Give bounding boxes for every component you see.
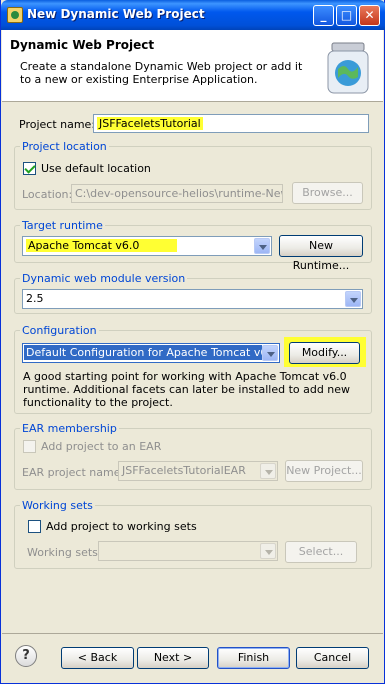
target-runtime-legend: Target runtime bbox=[20, 219, 105, 232]
chevron-down-icon[interactable] bbox=[260, 463, 276, 479]
minimize-button[interactable]: _ bbox=[313, 5, 334, 26]
help-icon[interactable]: ? bbox=[15, 645, 37, 667]
next-button[interactable]: Next > bbox=[137, 647, 209, 669]
working-sets-legend: Working sets bbox=[20, 499, 95, 512]
web-project-jar-icon bbox=[327, 42, 369, 94]
select-button[interactable]: Select... bbox=[285, 541, 357, 563]
location-input[interactable]: C:\dev-opensource-helios\runtime-New_co bbox=[71, 184, 283, 203]
use-default-location-label: Use default location bbox=[41, 162, 151, 175]
project-name-value: JSFFaceletsTutorial bbox=[97, 117, 203, 130]
module-version-value: 2.5 bbox=[26, 292, 44, 305]
cancel-button[interactable]: Cancel bbox=[296, 647, 369, 669]
project-name-label: Project name: bbox=[19, 118, 96, 131]
browse-button[interactable]: Browse... bbox=[292, 182, 363, 204]
title-bar[interactable]: New Dynamic Web Project _ □ ✕ bbox=[1, 0, 385, 30]
working-sets-select[interactable] bbox=[98, 541, 278, 561]
use-default-location-checkbox[interactable] bbox=[23, 162, 36, 175]
ear-membership-legend: EAR membership bbox=[20, 422, 119, 435]
chevron-down-icon[interactable] bbox=[254, 238, 270, 254]
target-runtime-select[interactable]: Apache Tomcat v6.0 bbox=[22, 236, 272, 256]
finish-button[interactable]: Finish bbox=[217, 647, 290, 669]
working-sets-label: Working sets: bbox=[27, 546, 102, 559]
project-location-legend: Project location bbox=[20, 140, 109, 153]
chevron-down-icon[interactable] bbox=[345, 291, 361, 307]
footer-separator bbox=[2, 633, 383, 634]
add-to-ear-label: Add project to an EAR bbox=[41, 440, 162, 453]
modify-button[interactable]: Modify... bbox=[289, 342, 360, 364]
add-to-ear-checkbox[interactable] bbox=[23, 440, 36, 453]
ear-project-label: EAR project name: bbox=[22, 466, 125, 479]
add-to-working-sets-checkbox[interactable] bbox=[28, 520, 41, 533]
configuration-select[interactable]: Default Configuration for Apache Tomcat … bbox=[22, 343, 280, 363]
chevron-down-icon[interactable] bbox=[260, 543, 276, 559]
new-project-button[interactable]: New Project... bbox=[285, 460, 363, 482]
location-label: Location: bbox=[22, 188, 73, 201]
back-button[interactable]: < Back bbox=[61, 647, 134, 669]
window-title: New Dynamic Web Project bbox=[27, 7, 205, 21]
page-description: Create a standalone Dynamic Web project … bbox=[20, 60, 303, 86]
ear-project-select[interactable]: JSFFaceletsTutorialEAR bbox=[118, 461, 278, 481]
module-version-select[interactable]: 2.5 bbox=[22, 289, 363, 309]
add-to-working-sets-label: Add project to working sets bbox=[46, 520, 197, 533]
configuration-value: Default Configuration for Apache Tomcat … bbox=[24, 345, 262, 360]
project-name-input[interactable]: JSFFaceletsTutorial bbox=[93, 114, 369, 133]
chevron-down-icon[interactable] bbox=[262, 345, 278, 361]
page-title: Dynamic Web Project bbox=[10, 38, 155, 52]
module-version-legend: Dynamic web module version bbox=[20, 272, 188, 285]
maximize-button[interactable]: □ bbox=[336, 5, 357, 26]
new-runtime-button[interactable]: New Runtime... bbox=[279, 235, 363, 272]
close-button[interactable]: ✕ bbox=[359, 5, 380, 26]
dialog-window: New Dynamic Web Project _ □ ✕ Dynamic We… bbox=[0, 0, 385, 684]
wizard-header: Dynamic Web Project Create a standalone … bbox=[2, 30, 383, 102]
configuration-description: A good starting point for working with A… bbox=[23, 370, 351, 409]
ear-project-value: JSFFaceletsTutorialEAR bbox=[122, 464, 246, 477]
app-icon bbox=[7, 7, 23, 23]
configuration-legend: Configuration bbox=[20, 324, 99, 337]
target-runtime-value: Apache Tomcat v6.0 bbox=[26, 239, 178, 252]
